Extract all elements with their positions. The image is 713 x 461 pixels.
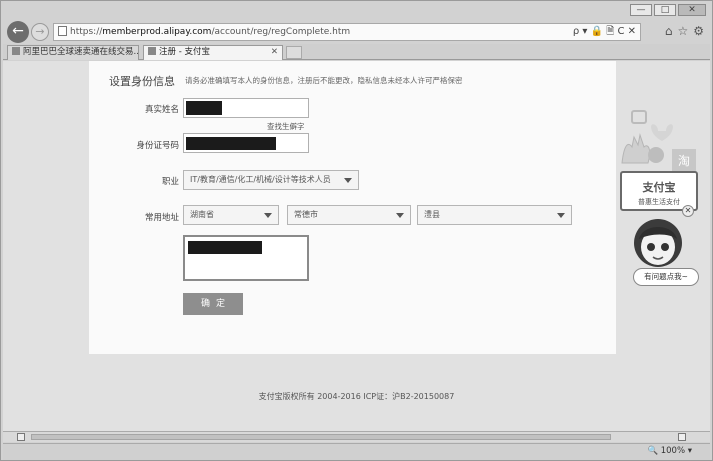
support-avatar-icon[interactable] — [629, 213, 687, 271]
tab-label: 阿里巴巴全球速卖通在线交易... — [23, 47, 139, 57]
address-tools[interactable]: ρ ▾ 🔒 🗎 C ✕ — [573, 24, 636, 40]
tab-label: 注册 - 支付宝 — [159, 47, 210, 57]
confirm-button[interactable]: 确定 — [183, 293, 243, 315]
redacted-id — [186, 137, 276, 150]
url-prefix: https:// — [70, 27, 103, 37]
real-name-input[interactable] — [183, 98, 309, 118]
occupation-select[interactable]: IT/教育/通信/化工/机械/设计等技术人员 — [183, 170, 359, 190]
chevron-down-icon — [396, 213, 404, 218]
close-window-button[interactable]: ✕ — [678, 4, 706, 16]
horizontal-scrollbar[interactable] — [3, 431, 710, 442]
redacted-address — [188, 241, 262, 254]
tab-aliexpress[interactable]: 阿里巴巴全球速卖通在线交易... — [7, 45, 139, 60]
navigation-bar: ← → https://memberprod.alipay.com/accoun… — [3, 19, 710, 43]
section-description: 请务必准确填写本人的身份信息，注册后不能更改，隐私信息未经本人许可严格保密 — [185, 76, 463, 85]
close-tab-icon[interactable]: ✕ — [271, 46, 278, 59]
section-title: 设置身份信息 — [109, 75, 175, 88]
settings-icon[interactable]: ⚙ — [693, 24, 704, 38]
province-select[interactable]: 湖南省 — [183, 205, 279, 225]
address-label: 常用地址 — [144, 213, 179, 223]
back-button[interactable]: ← — [7, 21, 29, 43]
new-tab-button[interactable] — [286, 46, 302, 59]
id-number-label: 身份证号码 — [136, 141, 179, 151]
tab-strip: 阿里巴巴全球速卖通在线交易... 注册 - 支付宝 ✕ — [3, 44, 710, 60]
tab-favicon-icon — [12, 47, 20, 55]
forward-button[interactable]: → — [31, 23, 49, 41]
decoration-icons: 淘 — [621, 110, 696, 171]
alipay-brand-text: 支付宝 — [642, 181, 676, 194]
chevron-down-icon — [557, 213, 565, 218]
home-icon[interactable]: ⌂ — [665, 24, 673, 38]
url-path: /account/reg/regComplete.htm — [211, 27, 351, 37]
status-bar: 🔍 100% ▾ — [3, 443, 710, 460]
page-icon — [58, 26, 67, 36]
identity-form-card: 设置身份信息 请务必准确填写本人的身份信息，注册后不能更改，隐私信息未经本人许可… — [89, 61, 616, 354]
county-select[interactable]: 澧县 — [417, 205, 572, 225]
tab-favicon-icon — [148, 47, 156, 55]
rare-char-link[interactable]: 查找生僻字 — [267, 121, 305, 132]
url-host: memberprod.alipay.com — [102, 27, 212, 37]
page-viewport: 设置身份信息 请务必准确填写本人的身份信息，注册后不能更改，隐私信息未经本人许可… — [3, 61, 710, 431]
window-controls: — □ ✕ — [630, 4, 706, 16]
address-bar[interactable]: https://memberprod.alipay.com/account/re… — [53, 23, 641, 41]
chevron-down-icon — [264, 213, 272, 218]
scroll-thumb[interactable] — [31, 434, 611, 440]
chevron-down-icon — [344, 178, 352, 183]
maximize-button[interactable]: □ — [654, 4, 676, 16]
browser-toolbar: ⌂ ☆ ⚙ — [665, 24, 704, 38]
occupation-label: 职业 — [161, 177, 179, 187]
scroll-left-button[interactable] — [17, 433, 25, 441]
favorites-icon[interactable]: ☆ — [677, 24, 688, 38]
county-value: 澧县 — [424, 210, 440, 219]
footer-copyright: 支付宝版权所有 2004-2016 ICP证：沪B2-20150087 — [258, 392, 455, 401]
zoom-level[interactable]: 🔍 100% ▾ — [647, 446, 692, 456]
province-value: 湖南省 — [190, 210, 214, 219]
id-number-input[interactable] — [183, 133, 309, 153]
real-name-label: 真实姓名 — [144, 105, 179, 115]
redacted-name — [186, 101, 222, 115]
tab-alipay-register[interactable]: 注册 - 支付宝 ✕ — [143, 45, 283, 60]
city-value: 常德市 — [294, 210, 318, 219]
minimize-button[interactable]: — — [630, 4, 652, 16]
browser-window: — □ ✕ ← → https://memberprod.alipay.com/… — [0, 0, 713, 461]
occupation-value: IT/教育/通信/化工/机械/设计等技术人员 — [190, 175, 331, 184]
street-address-textarea[interactable] — [183, 235, 309, 281]
scroll-right-button[interactable] — [678, 433, 686, 441]
city-select[interactable]: 常德市 — [287, 205, 411, 225]
help-bubble[interactable]: 有问题点我~ — [633, 268, 699, 286]
taobao-char: 淘 — [678, 154, 690, 168]
